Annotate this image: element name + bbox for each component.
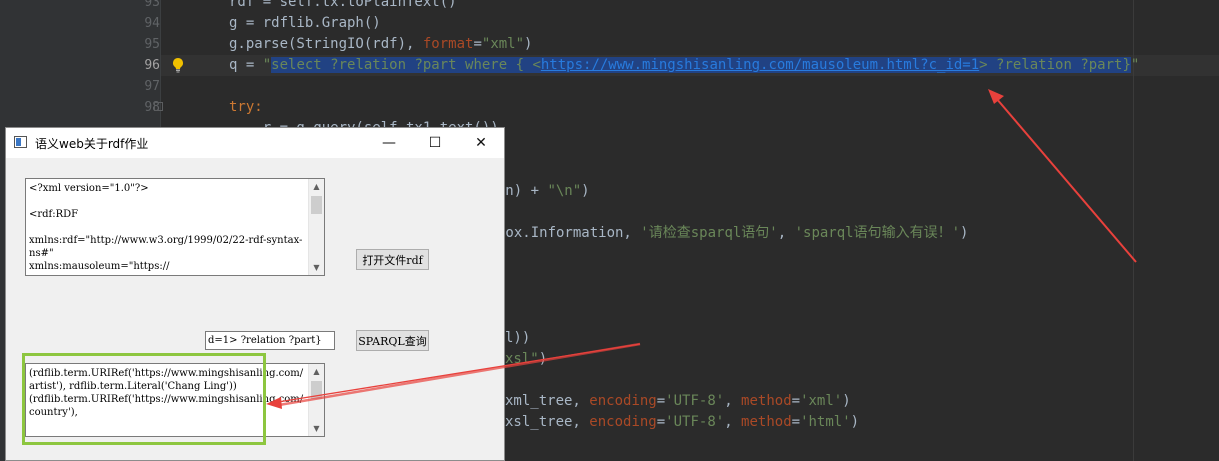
close-button[interactable]: ✕ (458, 128, 504, 158)
line-number: 93 (144, 0, 160, 10)
highlight-box (22, 353, 266, 445)
scroll-up-icon[interactable]: ▲ (309, 179, 324, 194)
code-token: > ?relation ?part} (979, 57, 1131, 73)
arrowhead (988, 89, 1004, 104)
code-token: ) (581, 183, 590, 199)
code-token: " (262, 57, 272, 73)
rdf-text-content: <?xml version="1.0"?> <rdf:RDF xmlns:rdf… (29, 183, 303, 272)
code-token: : (254, 99, 263, 115)
scroll-thumb[interactable] (311, 196, 322, 214)
code-token: format (422, 36, 474, 52)
window-title: 语义web关于rdf作业 (35, 137, 149, 151)
code-token: g.parse(StringIO(rdf), (229, 36, 423, 52)
code-token: xsl_tree, (505, 414, 590, 430)
scroll-down-icon[interactable]: ▼ (309, 260, 324, 275)
line-number: 97 (144, 79, 160, 94)
line-number: 94 (144, 16, 160, 31)
scroll-thumb[interactable] (311, 381, 322, 399)
code-token: "\n" (547, 183, 582, 199)
scroll-up-icon[interactable]: ▲ (309, 364, 324, 379)
result-scrollbar[interactable]: ▲ ▼ (308, 364, 324, 436)
code-token: 'UTF-8' (665, 414, 725, 430)
code-token: , (777, 225, 795, 241)
code-line-95[interactable]: g.parse(StringIO(rdf), format="xml") (229, 34, 532, 55)
code-token: , (724, 393, 742, 409)
line-number: 95 (144, 37, 160, 52)
code-token: = (791, 393, 801, 409)
code-token: q = (229, 57, 263, 73)
code-token: ) (842, 393, 851, 409)
code-line-114[interactable]: xsl_tree, encoding='UTF-8', method='html… (505, 412, 859, 433)
code-token: 'xml' (800, 393, 843, 409)
code-token: ) (524, 36, 533, 52)
code-token: ) (960, 225, 969, 241)
maximize-button[interactable]: ☐ (412, 128, 458, 158)
code-line-96[interactable]: q = "select ?relation ?part where { <htt… (229, 55, 1139, 76)
code-token: try (229, 99, 255, 115)
code-token: encoding (589, 414, 657, 430)
code-line-111[interactable]: xsl") (505, 349, 547, 370)
code-line-98[interactable]: try: (229, 97, 263, 118)
code-token: ) (850, 414, 860, 430)
code-token: method (741, 393, 792, 409)
code-token: method (741, 414, 792, 430)
code-line-93[interactable]: rdf = self.tx.toPlainText() (229, 0, 457, 13)
scroll-down-icon[interactable]: ▼ (309, 421, 324, 436)
code-token: , (724, 414, 742, 430)
line-number: 98 (144, 100, 160, 115)
code-token: 'html' (800, 414, 851, 430)
code-token: xml_tree, (505, 393, 590, 409)
window-app-icon (14, 136, 27, 148)
code-token: 'sparql语句输入有误！' (794, 225, 961, 241)
annotation-line (995, 97, 1137, 263)
code-token: encoding (589, 393, 657, 409)
code-token: select ?relation ?part where { < (271, 57, 541, 73)
code-token: = (791, 414, 801, 430)
code-line-110[interactable]: l)) (505, 328, 530, 349)
code-token: '请检查sparql语句' (640, 225, 778, 241)
code-line-94[interactable]: g = rdflib.Graph() (229, 13, 381, 34)
code-token: = (656, 393, 666, 409)
code-token: xsl" (505, 351, 539, 367)
sparql-query-button[interactable]: SPARQL查询 (356, 330, 429, 351)
code-token: Box.Information, (497, 225, 641, 241)
code-token: "xml" (481, 36, 525, 52)
window-titlebar[interactable]: 语义web关于rdf作业 — ☐ ✕ (6, 128, 504, 158)
line-number-active: 96 (144, 58, 160, 73)
open-rdf-button[interactable]: 打开文件rdf (356, 249, 429, 270)
minimize-button[interactable]: — (366, 128, 412, 158)
code-token: " (1130, 57, 1140, 73)
lightbulb-icon[interactable] (172, 57, 184, 73)
fold-icon[interactable] (154, 102, 163, 111)
code-token: ) (538, 351, 548, 367)
selected-text: select ?relation ?part where { <https://… (271, 57, 1131, 73)
rdf-scrollbar[interactable]: ▲ ▼ (308, 179, 324, 275)
code-line-105[interactable]: Box.Information, '请检查sparql语句', 'sparql语… (497, 223, 968, 244)
sparql-query-input[interactable]: d=1> ?relation ?part} (205, 331, 335, 350)
code-token: 'UTF-8' (665, 393, 725, 409)
code-url[interactable]: https://www.mingshisanling.com/mausoleum… (541, 57, 979, 73)
rdf-textbox[interactable]: <?xml version="1.0"?> <rdf:RDF xmlns:rdf… (25, 178, 325, 276)
code-token: = (473, 36, 482, 52)
code-token: = (656, 414, 666, 430)
code-line-113[interactable]: xml_tree, encoding='UTF-8', method='xml'… (505, 391, 851, 412)
